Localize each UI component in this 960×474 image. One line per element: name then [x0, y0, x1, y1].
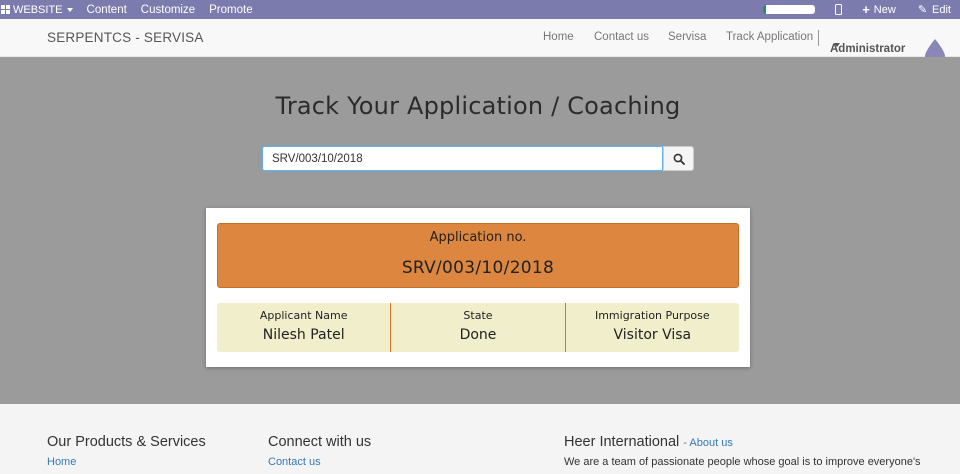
chevron-down-icon [66, 7, 73, 12]
search-icon [673, 153, 685, 165]
website-menu-label: WEBSITE [13, 3, 63, 16]
nav-home[interactable]: Home [543, 31, 574, 43]
user-menu-label: Administrator [830, 43, 906, 55]
new-button[interactable]: + New [862, 3, 896, 16]
application-details-row: Applicant Name Nilesh Patel State Done I… [217, 303, 739, 352]
search-button[interactable] [663, 146, 694, 171]
footer-company-name: Heer International [564, 434, 680, 450]
nav-servisa[interactable]: Servisa [668, 31, 706, 43]
promote-menu[interactable]: Promote [209, 4, 252, 16]
footer-about-link[interactable]: - About us [683, 437, 733, 449]
application-search-input[interactable] [262, 146, 663, 171]
customize-menu[interactable]: Customize [141, 4, 195, 16]
plus-icon: + [862, 2, 870, 17]
applicant-name-label: Applicant Name [259, 309, 348, 322]
immigration-purpose-value: Visitor Visa [613, 327, 692, 343]
website-menu[interactable]: WEBSITE [0, 4, 73, 16]
footer-company-title: Heer International - About us [564, 434, 921, 450]
nav-contact-us[interactable]: Contact us [594, 31, 649, 43]
immigration-purpose-label: Immigration Purpose [594, 309, 710, 322]
application-number-label: Application no. [429, 230, 527, 245]
edit-button-label: Edit [932, 3, 951, 16]
applicant-name-value: Nilesh Patel [262, 327, 345, 343]
state-value: Done [459, 327, 497, 343]
footer-products-title: Our Products & Services [47, 434, 206, 450]
footer-home-link[interactable]: Home [47, 456, 206, 468]
mobile-preview-icon[interactable] [835, 4, 843, 15]
footer-contact-link[interactable]: Contact us [268, 456, 371, 468]
nav-track-application[interactable]: Track Application [726, 31, 813, 43]
site-navbar: SERPENTCS - SERVISA Home Contact us Serv… [0, 19, 960, 65]
footer-about-text: We are a team of passionate people whose… [564, 456, 921, 468]
chevron-down-icon [834, 43, 840, 47]
pencil-icon: ✎ [917, 4, 928, 16]
footer-products-column: Our Products & Services Home [47, 434, 206, 468]
immigration-purpose-cell: Immigration Purpose Visitor Visa [564, 303, 739, 352]
edit-button[interactable]: ✎ Edit [917, 3, 951, 17]
footer-connect-title: Connect with us [268, 434, 372, 450]
application-number-box: Application no. SRV/003/10/2018 [217, 223, 739, 288]
application-number-value: SRV/003/10/2018 [401, 258, 555, 278]
nav-divider [818, 30, 819, 46]
new-button-label: New [873, 3, 896, 16]
content-menu[interactable]: Content [87, 4, 127, 16]
page-title: Track Your Application / Coaching [275, 92, 681, 120]
track-section: Track Your Application / Coaching Applic… [0, 57, 960, 404]
state-label: State [463, 309, 493, 322]
result-card: Application no. SRV/003/10/2018 Applican… [206, 208, 750, 367]
site-footer: Our Products & Services Home Connect wit… [0, 404, 960, 474]
publish-toggle[interactable] [763, 5, 816, 14]
state-cell: State Done [390, 303, 564, 352]
footer-about-column: Heer International - About us We are a t… [564, 434, 921, 468]
editor-topbar: WEBSITE Content Customize Promote + New … [0, 0, 960, 19]
apps-grid-icon [1, 4, 11, 15]
footer-connect-column: Connect with us Contact us [268, 434, 371, 468]
applicant-name-cell: Applicant Name Nilesh Patel [217, 303, 390, 352]
